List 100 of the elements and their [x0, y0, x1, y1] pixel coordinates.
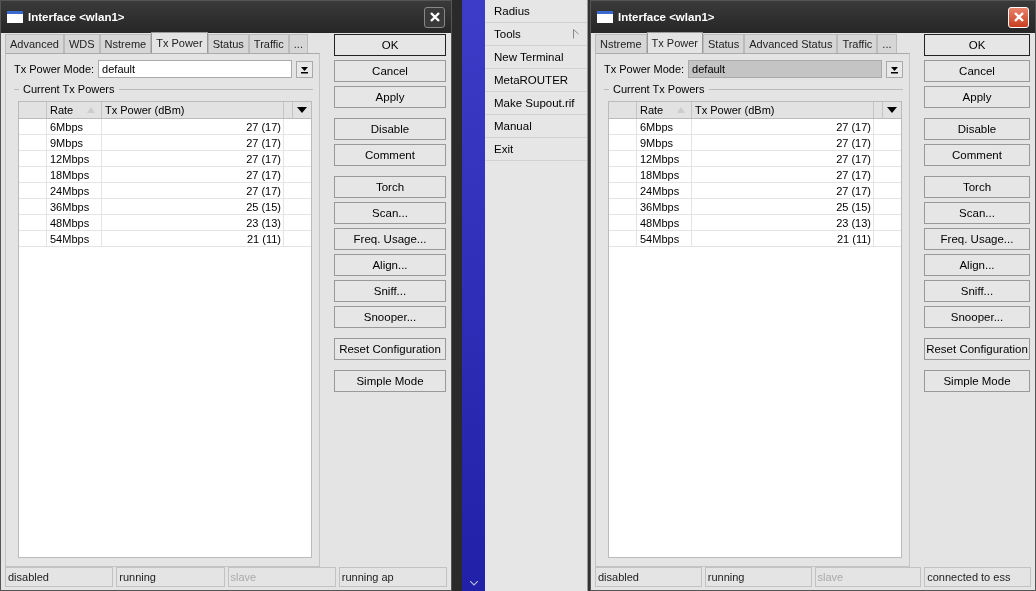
dialog-button[interactable]: Align...: [924, 254, 1030, 276]
table-cell: 18Mbps: [47, 167, 102, 182]
group-title: Current Tx Powers: [613, 83, 705, 95]
tab[interactable]: Tx Power: [646, 32, 704, 53]
table-cell: 27 (17): [102, 167, 284, 182]
menu-item[interactable]: Radius: [485, 0, 587, 23]
table-cell: 12Mbps: [637, 151, 692, 166]
menu-item[interactable]: Exit: [485, 138, 587, 161]
table-cell: 48Mbps: [637, 215, 692, 230]
dialog-button[interactable]: Simple Mode: [924, 370, 1030, 392]
table-cell: 54Mbps: [47, 231, 102, 246]
dialog-button[interactable]: Snooper...: [334, 306, 446, 328]
status-cell: running: [704, 567, 812, 587]
dialog-button[interactable]: Torch: [924, 176, 1030, 198]
table-cell: 9Mbps: [637, 135, 692, 150]
dialog-button[interactable]: Snooper...: [924, 306, 1030, 328]
field-label: Tx Power Mode:: [14, 63, 95, 75]
tab[interactable]: Status: [207, 34, 249, 53]
tab[interactable]: Tx Power: [151, 32, 208, 53]
table-cell: 27 (17): [102, 183, 284, 198]
window-title: Interface <wlan1>: [618, 11, 716, 23]
dialog-button[interactable]: Scan...: [334, 202, 446, 224]
dialog-button[interactable]: Torch: [334, 176, 446, 198]
group-title: Current Tx Powers: [23, 83, 115, 95]
table-cell: 48Mbps: [47, 215, 102, 230]
window-icon: [597, 11, 613, 23]
status-cell: slave: [227, 567, 336, 587]
tab[interactable]: Status: [703, 34, 745, 53]
dialog-button[interactable]: OK: [334, 34, 446, 56]
dropdown-arrow-icon: [890, 64, 900, 74]
status-cell: disabled: [5, 567, 114, 587]
mode-dropdown[interactable]: default: [98, 60, 293, 78]
table-cell: 36Mbps: [47, 199, 102, 214]
dropdown-arrow-icon: [297, 107, 307, 113]
tab[interactable]: Advanced: [5, 34, 64, 53]
dialog-button[interactable]: Reset Configuration: [924, 338, 1030, 360]
column-header[interactable]: Tx Power (dBm): [102, 102, 284, 118]
dialog-button[interactable]: Align...: [334, 254, 446, 276]
table-cell: 27 (17): [692, 135, 874, 150]
status-cell: running ap: [338, 567, 447, 587]
close-icon: [1012, 11, 1025, 23]
menu-item[interactable]: Make Supout.rif: [485, 92, 587, 115]
tab[interactable]: Traffic: [248, 34, 289, 53]
window-icon: [7, 11, 23, 23]
table-cell: 24Mbps: [637, 183, 692, 198]
dialog-button[interactable]: Freq. Usage...: [924, 228, 1030, 250]
table-cell: 6Mbps: [637, 119, 692, 134]
dropdown-button[interactable]: [296, 60, 313, 78]
tab[interactable]: Nstreme: [99, 34, 152, 53]
table-cell: 27 (17): [102, 135, 284, 150]
table-cell: 24Mbps: [47, 183, 102, 198]
dialog-button[interactable]: Reset Configuration: [334, 338, 446, 360]
dialog-button[interactable]: Disable: [334, 118, 446, 140]
status-cell: slave: [814, 567, 922, 587]
table-cell: 23 (13): [102, 215, 284, 230]
dialog-button[interactable]: Scan...: [924, 202, 1030, 224]
table-cell: 12Mbps: [47, 151, 102, 166]
dialog-button[interactable]: Disable: [924, 118, 1030, 140]
chevron-icon: [469, 581, 478, 587]
column-header[interactable]: Rate: [637, 102, 692, 118]
table-cell: 54Mbps: [637, 231, 692, 246]
tab[interactable]: WDS: [63, 34, 100, 53]
dialog-button[interactable]: Comment: [334, 144, 446, 166]
dropdown-arrow-icon: [300, 64, 310, 74]
close-icon: [428, 11, 441, 23]
table-cell: 21 (11): [102, 231, 284, 246]
table-cell: 27 (17): [692, 119, 874, 134]
dialog-button[interactable]: Sniff...: [924, 280, 1030, 302]
dialog-button[interactable]: Cancel: [334, 60, 446, 82]
menu-item[interactable]: New Terminal: [485, 46, 587, 69]
menu-item[interactable]: Manual: [485, 115, 587, 138]
tab[interactable]: Traffic: [837, 34, 878, 53]
dropdown-button[interactable]: [886, 60, 903, 78]
dropdown-arrow-icon: [887, 107, 897, 113]
menu-item[interactable]: MetaROUTER: [485, 69, 587, 92]
tab[interactable]: Advanced Status: [744, 34, 838, 53]
table-cell: 27 (17): [692, 151, 874, 166]
dialog-button[interactable]: OK: [924, 34, 1030, 56]
table-cell: 27 (17): [102, 119, 284, 134]
column-header[interactable]: Rate: [47, 102, 102, 118]
table-cell: 36Mbps: [637, 199, 692, 214]
table-cell: 21 (11): [692, 231, 874, 246]
dialog-button[interactable]: Simple Mode: [334, 370, 446, 392]
table-cell: 9Mbps: [47, 135, 102, 150]
dialog-button[interactable]: Freq. Usage...: [334, 228, 446, 250]
close-button[interactable]: [424, 6, 445, 28]
table-cell: 25 (15): [102, 199, 284, 214]
tab[interactable]: ...: [877, 34, 897, 53]
table-cell: 23 (13): [692, 215, 874, 230]
menu-item[interactable]: Tools: [485, 23, 587, 46]
dialog-button[interactable]: Comment: [924, 144, 1030, 166]
column-header[interactable]: Tx Power (dBm): [692, 102, 874, 118]
dialog-button[interactable]: Apply: [924, 86, 1030, 108]
dialog-button[interactable]: Sniff...: [334, 280, 446, 302]
dialog-button[interactable]: Cancel: [924, 60, 1030, 82]
window-title: Interface <wlan1>: [28, 11, 126, 23]
tab[interactable]: Nstreme: [595, 34, 647, 53]
table-cell: 27 (17): [692, 183, 874, 198]
table-cell: 27 (17): [102, 151, 284, 166]
dialog-button[interactable]: Apply: [334, 86, 446, 108]
